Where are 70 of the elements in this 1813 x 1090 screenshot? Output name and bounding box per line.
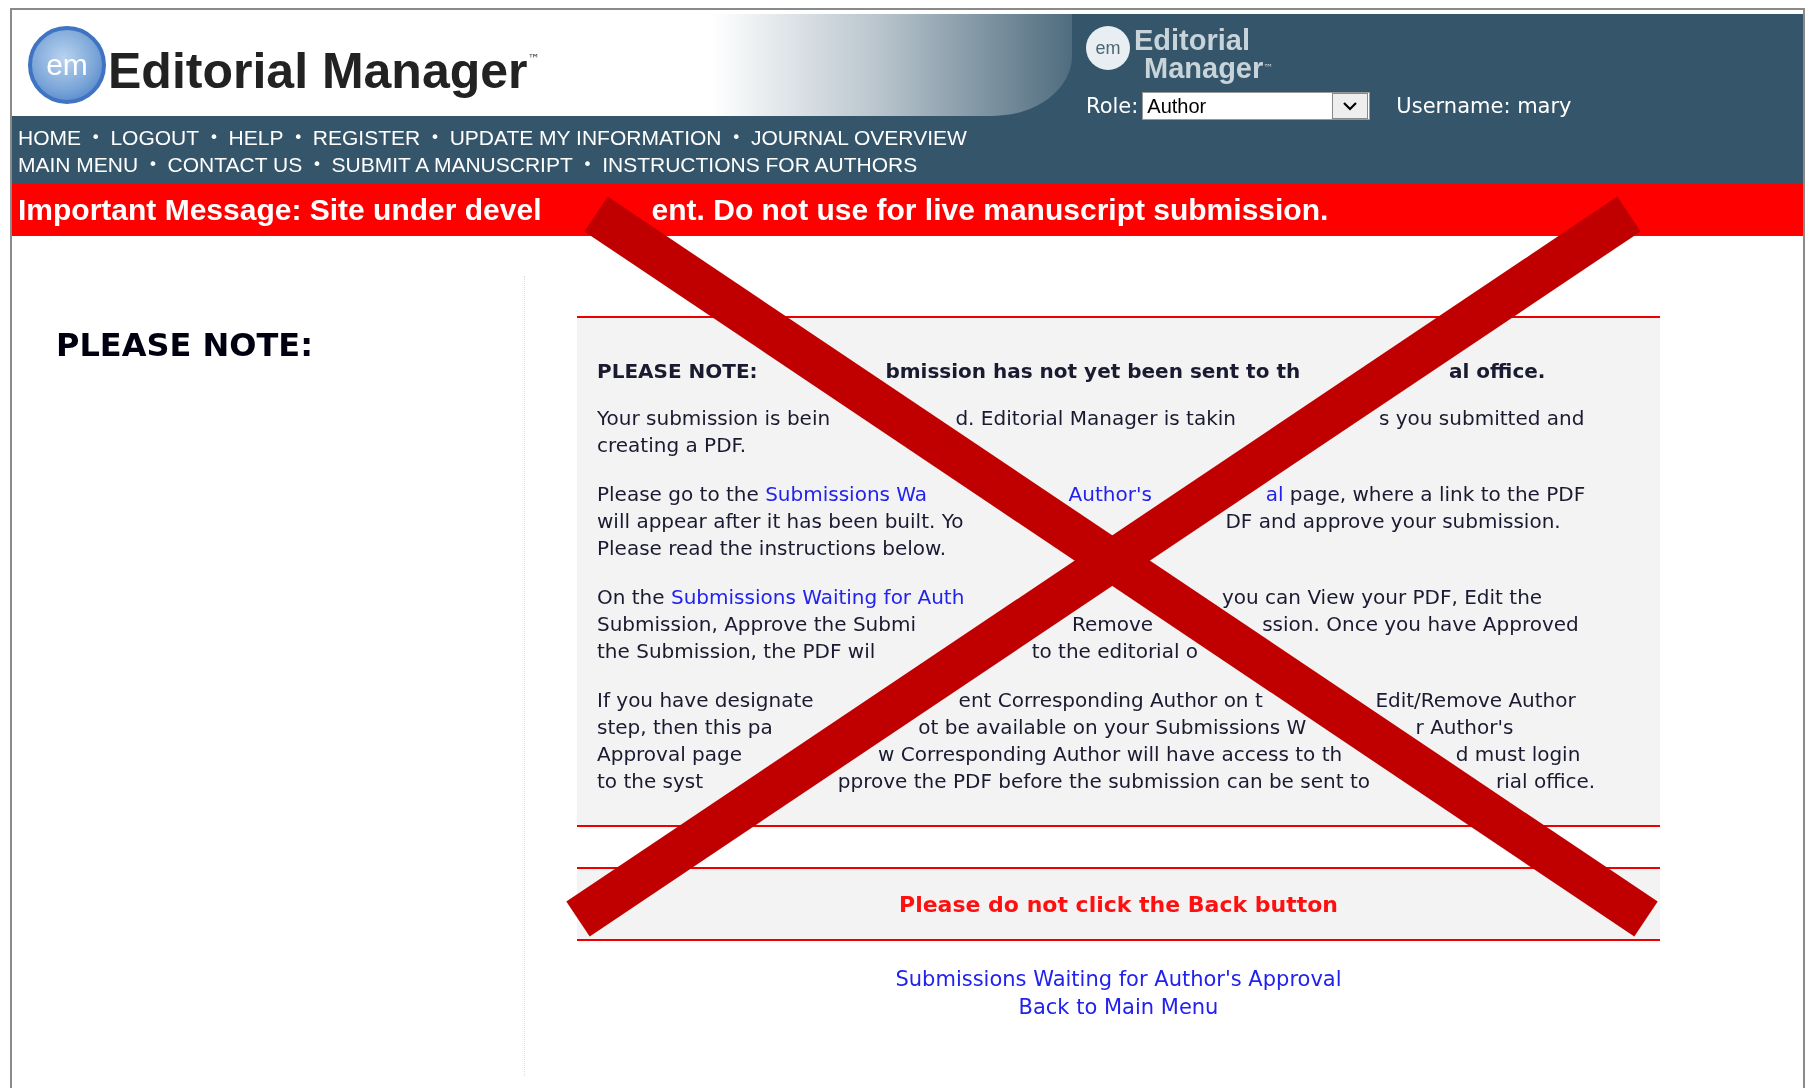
notice-text: ent Corresponding Author on t [958, 688, 1263, 712]
link[interactable]: al [1265, 482, 1284, 506]
notice-text: step, then this pa [597, 715, 773, 739]
notice-text: s you submitted and [1379, 406, 1585, 430]
notice-text: Please read the instructions below. [597, 536, 946, 560]
notice-text: to the syst [597, 769, 704, 793]
notice-text: creating a PDF. [597, 433, 747, 457]
nav-link[interactable]: MAIN MENU [18, 152, 139, 177]
nav-separator: • [209, 128, 219, 147]
notice-text: d. Editorial Manager is takin [955, 406, 1236, 430]
logo-text: Editorial Manager [108, 42, 528, 100]
caret-icon [1343, 101, 1358, 111]
notice-text: the Submission, the PDF wil [597, 639, 876, 663]
link[interactable]: Submissions Waiting for Author's Approval [895, 965, 1342, 993]
link[interactable]: Submissions Waiting for Auth [670, 585, 965, 609]
trademark: ™ [527, 52, 540, 66]
role-dropdown[interactable]: Author [1142, 92, 1371, 120]
please-note-heading: PLEASE NOTE: [56, 326, 314, 364]
nav-separator: • [148, 155, 158, 174]
nav-link[interactable]: HOME [18, 125, 81, 150]
notice-text: ssion. Once you have Approved [1262, 612, 1579, 636]
logo-badge: em [28, 26, 106, 104]
notice-text: rial office. [1496, 769, 1596, 793]
link[interactable]: Author's [1068, 482, 1152, 506]
nav-separator: • [430, 128, 440, 147]
notice-text: ot be available on your Submissions W [918, 715, 1307, 739]
logo-text: Editorial [1134, 26, 1251, 54]
nav-separator: • [312, 155, 322, 174]
notice-heading: PLEASE NOTE: [597, 359, 758, 383]
nav-separator: • [731, 128, 741, 147]
trademark: ™ [1263, 62, 1274, 73]
notice-text: Your submission is bein [597, 406, 831, 430]
logo-text: Manager [1144, 54, 1264, 82]
notice-text: you can View your PDF, Edit the [1222, 585, 1543, 609]
notice-heading: al office. [1449, 359, 1546, 383]
notice-text: page, where a link to the PDF [1288, 482, 1586, 506]
nav-separator: • [293, 128, 303, 147]
nav-link[interactable]: LOGOUT [110, 125, 200, 150]
notice-text: pprove the PDF before the submission can be sent to [837, 769, 1370, 793]
notice-text: Approval page [597, 742, 743, 766]
nav-link[interactable]: INSTRUCTIONS FOR AUTHORS [602, 152, 918, 177]
notice-text: On the [597, 585, 666, 609]
nav-link[interactable]: JOURNAL OVERVIEW [750, 125, 967, 150]
nav-link[interactable]: REGISTER [312, 125, 421, 150]
notice-text: If you have designate [597, 688, 814, 712]
notice-text: will appear after it has been built. Yo [597, 509, 964, 533]
notice-text: Edit/Remove Author [1375, 688, 1576, 712]
notice-text: DF and approve your submission. [1225, 509, 1561, 533]
notice-text: r Author's [1415, 715, 1514, 739]
nav-link[interactable]: CONTACT US [167, 152, 303, 177]
notice-text: Remove [1071, 612, 1154, 636]
role-label: Role: [1086, 94, 1139, 118]
notice-text: to the editorial o [1031, 639, 1199, 663]
notice-text: Submission, Approve the Submi [597, 612, 916, 636]
warning-text: Please do not click the Back button [899, 891, 1338, 917]
banner-text: Important Message: Site under devel [18, 193, 542, 226]
nav-link[interactable]: HELP [228, 125, 284, 150]
notice-text: Please go to the [597, 482, 760, 506]
logo-badge: em [1086, 26, 1130, 70]
link[interactable]: Submissions Wa [765, 482, 928, 506]
banner-text: ent. Do not use for live manuscript submission. [651, 193, 1329, 226]
nav-link[interactable]: UPDATE MY INFORMATION [449, 125, 722, 150]
link[interactable]: Back to Main Menu [1018, 993, 1219, 1021]
nav-separator: • [91, 128, 101, 147]
username: Username: mary [1396, 94, 1572, 118]
notice-text: w Corresponding Author will have access to th [878, 742, 1343, 766]
notice-heading: bmission has not yet been sent to th [885, 359, 1301, 383]
notice-text: d must login [1455, 742, 1581, 766]
nav-separator: • [582, 155, 593, 174]
nav-link[interactable]: SUBMIT A MANUSCRIPT [331, 152, 573, 177]
